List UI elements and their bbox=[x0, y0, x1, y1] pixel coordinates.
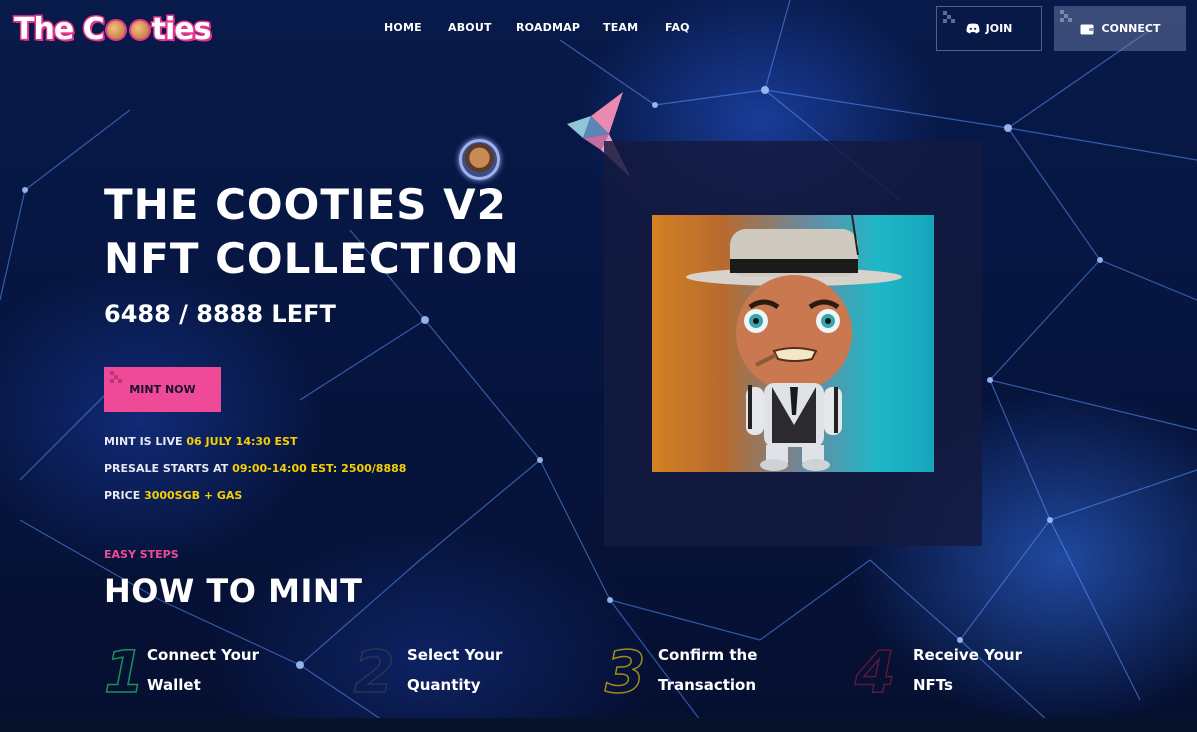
hero-title-line-2: NFT COLLECTION bbox=[104, 234, 520, 283]
pixel-corner-decoration bbox=[110, 371, 124, 385]
step-label: Receive Your NFTs bbox=[913, 640, 1053, 700]
presale-info: PRESALE STARTS AT 09:00-14:00 EST: 2500/… bbox=[104, 462, 406, 475]
hero-title-line-1: THE COOTIES V2 bbox=[104, 180, 507, 229]
nav-home[interactable]: HOME bbox=[384, 20, 422, 36]
step-number: 1 bbox=[103, 638, 145, 706]
step-number: 3 bbox=[604, 638, 646, 706]
hero-title: THE COOTIES V2 NFT COLLECTION bbox=[104, 178, 544, 286]
footer-strip bbox=[0, 718, 1197, 732]
section-kicker: EASY STEPS bbox=[104, 548, 179, 561]
nav-faq[interactable]: FAQ bbox=[665, 20, 690, 36]
step-label-line-2: NFTs bbox=[913, 676, 953, 694]
presale-label: PRESALE STARTS AT bbox=[104, 462, 229, 475]
remaining-supply: 6488 / 8888 LEFT bbox=[104, 300, 336, 328]
step-number: 4 bbox=[854, 638, 896, 706]
join-button[interactable]: JOIN bbox=[936, 6, 1042, 51]
mint-live-date: 06 JULY 14:30 EST bbox=[186, 435, 298, 448]
section-title: HOW TO MINT bbox=[104, 572, 363, 610]
mint-live-label: MINT IS LIVE bbox=[104, 435, 183, 448]
logo-face-icon bbox=[104, 19, 127, 41]
pixel-corner-decoration bbox=[1060, 10, 1074, 24]
logo-text-part-1: The C bbox=[13, 10, 107, 48]
step-label: Select Your Quantity bbox=[407, 640, 547, 700]
nft-preview-image bbox=[652, 215, 934, 472]
discord-icon bbox=[966, 23, 980, 34]
step-label-line-2: Transaction bbox=[658, 676, 757, 694]
step-label-line-1: Select Your bbox=[407, 646, 503, 664]
step-label-line-1: Connect Your bbox=[147, 646, 259, 664]
step-label: Confirm the Transaction bbox=[658, 640, 798, 700]
mint-now-button[interactable]: MINT NOW bbox=[104, 367, 221, 412]
presale-value: 09:00-14:00 EST: 2500/8888 bbox=[232, 462, 407, 475]
step-label-line-2: Wallet bbox=[147, 676, 201, 694]
nav-roadmap[interactable]: ROADMAP bbox=[516, 20, 580, 36]
mint-live-info: MINT IS LIVE 06 JULY 14:30 EST bbox=[104, 435, 297, 448]
pixel-corner-decoration bbox=[943, 11, 957, 25]
connect-label: CONNECT bbox=[1101, 22, 1161, 35]
logo-text-part-2: ties bbox=[150, 10, 213, 48]
brand-logo[interactable]: The C ties bbox=[13, 8, 213, 50]
step-label-line-2: Quantity bbox=[407, 676, 481, 694]
nav-team[interactable]: TEAM bbox=[603, 20, 638, 36]
step-label: Connect Your Wallet bbox=[147, 640, 287, 700]
wallet-icon bbox=[1080, 24, 1094, 34]
price-info: PRICE 3000SGB + GAS bbox=[104, 489, 242, 502]
price-value: 3000SGB + GAS bbox=[144, 489, 243, 502]
floating-avatar-badge bbox=[459, 139, 500, 180]
logo-face-icon-2 bbox=[128, 19, 151, 41]
logo-text: The C ties bbox=[13, 10, 213, 48]
mint-now-label: MINT NOW bbox=[129, 383, 196, 396]
connect-wallet-button[interactable]: CONNECT bbox=[1054, 6, 1186, 51]
nav-about[interactable]: ABOUT bbox=[448, 20, 492, 36]
price-label: PRICE bbox=[104, 489, 141, 502]
step-label-line-1: Confirm the bbox=[658, 646, 758, 664]
step-label-line-1: Receive Your bbox=[913, 646, 1022, 664]
join-label: JOIN bbox=[985, 22, 1013, 35]
step-number: 2 bbox=[353, 638, 395, 706]
